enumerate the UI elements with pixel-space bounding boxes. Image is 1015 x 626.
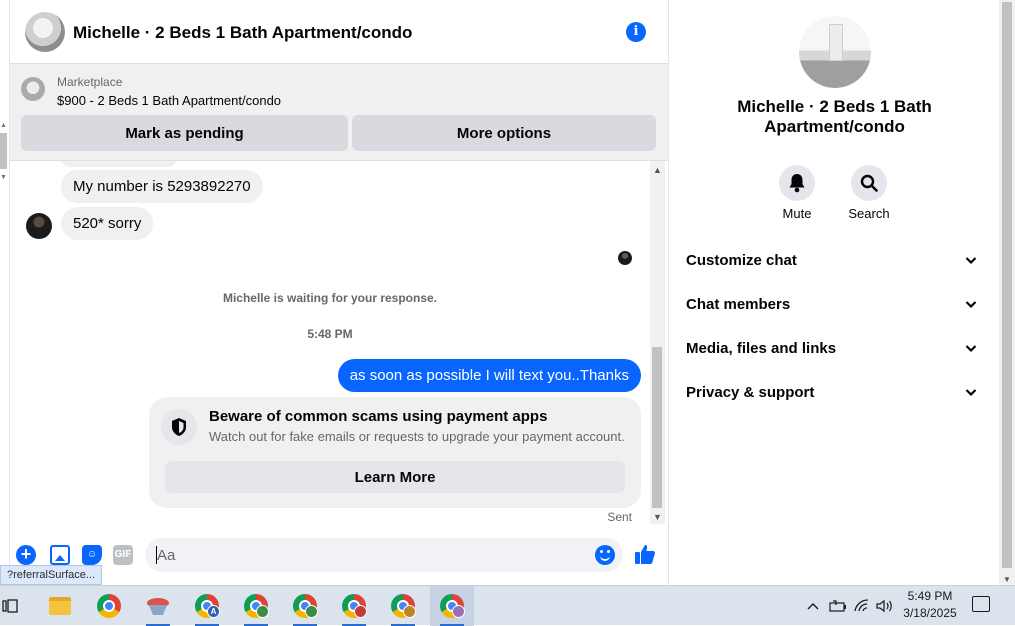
read-receipt-avatar <box>618 251 632 265</box>
message-bubble-partial <box>61 161 177 167</box>
chevron-down-icon <box>965 385 977 402</box>
message-timestamp: 5:48 PM <box>307 327 353 341</box>
chrome-profile-icon[interactable]: A <box>185 586 229 626</box>
scroll-down-arrow[interactable]: ▼ <box>0 174 7 181</box>
listing-kind: Marketplace <box>57 75 123 89</box>
gif-icon[interactable]: GIF <box>113 545 133 565</box>
file-explorer-icon[interactable] <box>38 586 82 626</box>
section-label: Privacy & support <box>686 384 815 401</box>
task-view-icon[interactable] <box>0 586 20 626</box>
chevron-down-icon <box>965 253 977 270</box>
scam-warning-subtitle: Watch out for fake emails or requests to… <box>209 429 625 444</box>
bell-icon <box>789 174 805 193</box>
section-customize-chat[interactable]: Customize chat <box>686 252 983 276</box>
listing-avatar[interactable] <box>25 12 65 52</box>
chevron-down-icon <box>965 341 977 358</box>
mark-as-pending-button[interactable]: Mark as pending <box>21 115 348 151</box>
profile-badge <box>305 605 318 618</box>
chrome-profile-icon-active[interactable] <box>430 586 474 626</box>
marketplace-banner: Marketplace $900 - 2 Beds 1 Bath Apartme… <box>10 64 668 161</box>
chat-header: Michelle · 2 Beds 1 Bath Apartment/condo… <box>10 0 668 64</box>
section-label: Media, files and links <box>686 340 837 357</box>
scroll-up-arrow[interactable]: ▲ <box>653 165 662 175</box>
section-media-files-links[interactable]: Media, files and links <box>686 340 983 364</box>
profile-badge <box>256 605 269 618</box>
profile-badge <box>452 605 465 618</box>
section-privacy-support[interactable]: Privacy & support <box>686 384 983 408</box>
listing-price-title[interactable]: $900 - 2 Beds 1 Bath Apartment/condo <box>57 93 281 108</box>
clock-time: 5:49 PM <box>907 589 953 603</box>
scroll-up-arrow[interactable]: ▲ <box>0 122 7 129</box>
sender-avatar[interactable] <box>26 213 52 239</box>
chat-title[interactable]: Michelle · 2 Beds 1 Bath Apartment/condo <box>73 23 412 43</box>
clock-date: 3/18/2025 <box>903 606 957 620</box>
profile-badge <box>403 605 416 618</box>
sticker-icon[interactable]: ☺ <box>82 545 102 565</box>
scroll-thumb[interactable] <box>652 347 662 508</box>
chrome-profile-icon[interactable] <box>381 586 425 626</box>
page-scrollbar[interactable]: ▼ <box>999 0 1015 585</box>
wifi-icon[interactable] <box>854 586 870 626</box>
notification-icon[interactable] <box>972 596 990 612</box>
system-clock[interactable]: 5:49 PM 3/18/2025 <box>890 588 970 622</box>
battery-icon[interactable] <box>829 586 847 626</box>
profile-badge <box>354 605 367 618</box>
left-scrollbar[interactable]: ▲ ▼ <box>0 0 10 585</box>
message-input-placeholder: Aa <box>157 547 176 564</box>
mute-label: Mute <box>782 206 812 221</box>
chat-info-panel: Michelle · 2 Beds 1 Bath Apartment/condo… <box>668 0 999 585</box>
message-composer: + ☺ GIF Aa <box>10 531 668 585</box>
profile-badge: A <box>207 605 220 618</box>
chrome-profile-icon[interactable] <box>283 586 327 626</box>
scam-warning-card: Beware of common scams using payment app… <box>149 397 641 508</box>
message-bubble-outgoing[interactable]: as soon as possible I will text you..Tha… <box>337 359 641 392</box>
section-label: Customize chat <box>686 252 797 269</box>
chrome-icon[interactable] <box>87 586 131 626</box>
scam-warning-title: Beware of common scams using payment app… <box>209 408 548 425</box>
conversation-name: Michelle · 2 Beds 1 Bath Apartment/condo <box>737 97 932 136</box>
chevron-down-icon <box>965 297 977 314</box>
message-list: My number is 5293892270 520* sorry Miche… <box>10 161 650 531</box>
section-chat-members[interactable]: Chat members <box>686 296 983 320</box>
info-icon[interactable]: i <box>626 22 646 42</box>
sent-status: Sent <box>607 510 632 524</box>
photo-icon[interactable] <box>50 545 70 565</box>
more-options-button[interactable]: More options <box>352 115 656 151</box>
search-icon <box>860 174 878 192</box>
listing-photo-avatar[interactable] <box>799 16 871 88</box>
taskbar: A 5:49 PM 3/18/2025 <box>0 585 1015 626</box>
scroll-down-arrow[interactable]: ▼ <box>1003 575 1011 584</box>
message-bubble-incoming[interactable]: My number is 5293892270 <box>61 170 263 203</box>
waiting-notice: Michelle is waiting for your response. <box>222 291 438 305</box>
scroll-thumb[interactable] <box>1002 2 1012 568</box>
shield-icon <box>161 409 197 445</box>
chrome-profile-icon[interactable] <box>332 586 376 626</box>
show-hidden-icons[interactable] <box>806 586 820 626</box>
messenger-app: ▲ ▼ Michelle · 2 Beds 1 Bath Apartment/c… <box>0 0 1015 585</box>
section-label: Chat members <box>686 296 791 313</box>
pinned-app-icon[interactable] <box>136 586 180 626</box>
chrome-profile-icon[interactable] <box>234 586 278 626</box>
scroll-down-arrow[interactable]: ▼ <box>653 512 662 522</box>
search-button[interactable] <box>851 165 887 201</box>
message-input[interactable]: Aa <box>145 538 623 572</box>
learn-more-button[interactable]: Learn More <box>165 461 625 493</box>
emoji-icon[interactable] <box>595 545 615 565</box>
search-label: Search <box>848 206 890 221</box>
message-bubble-incoming[interactable]: 520* sorry <box>61 207 154 240</box>
scroll-thumb[interactable] <box>0 133 7 169</box>
mute-button[interactable] <box>779 165 815 201</box>
listing-thumbnail[interactable] <box>21 77 45 101</box>
status-url-tooltip: ?referralSurface... <box>0 565 103 585</box>
thumbs-up-icon[interactable] <box>634 543 656 571</box>
message-scrollbar[interactable]: ▲ ▼ <box>650 161 665 524</box>
plus-icon[interactable]: + <box>16 545 36 565</box>
